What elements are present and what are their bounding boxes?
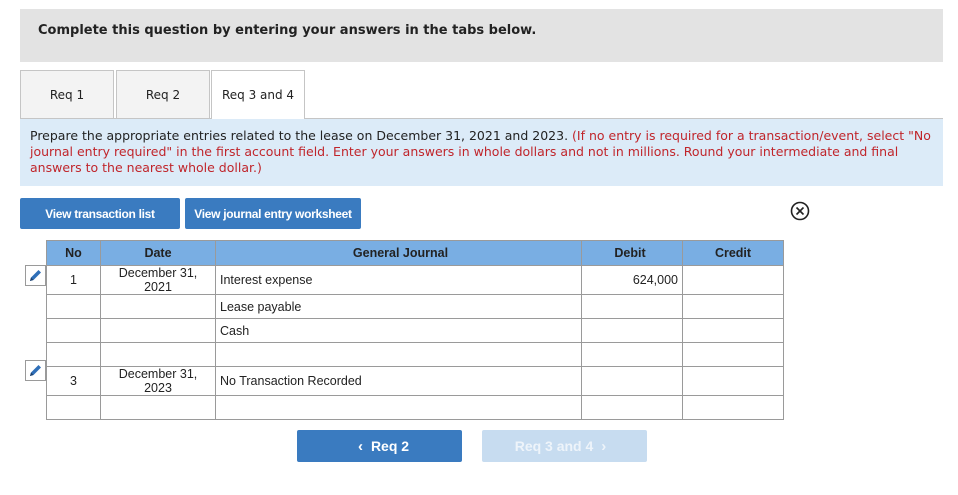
table-row: 3 December 31, 2023 No Transaction Record… xyxy=(46,366,784,396)
table-row xyxy=(46,395,784,420)
entry-date: December 31, 2021 xyxy=(100,265,216,295)
debit-cell[interactable] xyxy=(581,318,683,343)
date-line: 2023 xyxy=(144,381,172,395)
prev-req-button[interactable]: ‹ Req 2 xyxy=(297,430,462,462)
credit-cell[interactable] xyxy=(682,366,784,396)
debit-cell[interactable] xyxy=(581,395,683,420)
credit-cell[interactable] xyxy=(682,395,784,420)
tab-label: Req 2 xyxy=(145,87,181,102)
pencil-icon[interactable] xyxy=(25,360,46,381)
chevron-left-icon: ‹ xyxy=(357,437,363,455)
account-cell[interactable]: No Transaction Recorded xyxy=(215,366,582,396)
entry-date xyxy=(100,318,216,343)
date-line: 2021 xyxy=(144,280,172,294)
date-line: December 31, xyxy=(118,367,198,381)
entry-no: 3 xyxy=(46,366,101,396)
debit-cell[interactable] xyxy=(581,342,683,367)
entry-no xyxy=(46,395,101,420)
close-circle-icon[interactable] xyxy=(790,201,810,221)
entry-no: 1 xyxy=(46,265,101,295)
tab-req-3-and-4[interactable]: Req 3 and 4 xyxy=(211,70,305,119)
instructions-panel: Prepare the appropriate entries related … xyxy=(20,118,943,186)
header-credit: Credit xyxy=(682,240,784,266)
entry-date xyxy=(100,342,216,367)
entry-no xyxy=(46,342,101,367)
credit-cell[interactable] xyxy=(682,342,784,367)
date-line: December 31, xyxy=(118,266,198,280)
header-no: No xyxy=(46,240,101,266)
credit-cell[interactable] xyxy=(682,318,784,343)
next-req-button[interactable]: Req 3 and 4 › xyxy=(482,430,647,462)
entry-date: December 31, 2023 xyxy=(100,366,216,396)
table-row: Lease payable xyxy=(46,294,784,319)
journal-table: No Date General Journal Debit Credit 1 D… xyxy=(46,240,784,420)
account-cell[interactable] xyxy=(215,395,582,420)
prev-label: Req 2 xyxy=(370,438,410,454)
header-title: Complete this question by entering your … xyxy=(38,23,537,38)
table-header-row: No Date General Journal Debit Credit xyxy=(46,240,784,266)
header-date: Date xyxy=(100,240,216,266)
tab-label: Req 3 and 4 xyxy=(221,88,295,102)
question-header: Complete this question by entering your … xyxy=(20,9,943,62)
table-row xyxy=(46,342,784,367)
pencil-icon[interactable] xyxy=(25,265,46,286)
account-cell[interactable] xyxy=(215,342,582,367)
entry-date xyxy=(100,395,216,420)
tab-req-2[interactable]: Req 2 xyxy=(116,70,210,118)
chevron-right-icon: › xyxy=(601,437,607,455)
entry-date xyxy=(100,294,216,319)
debit-cell[interactable]: 624,000 xyxy=(581,265,683,295)
account-cell[interactable]: Lease payable xyxy=(215,294,582,319)
table-row: 1 December 31, 2021 Interest expense 624,… xyxy=(46,265,784,295)
view-journal-entry-worksheet-button[interactable]: View journal entry worksheet xyxy=(185,198,361,229)
next-label: Req 3 and 4 xyxy=(514,438,594,454)
instructions-main: Prepare the appropriate entries related … xyxy=(30,128,569,143)
header-general-journal: General Journal xyxy=(215,240,582,266)
tab-req-1[interactable]: Req 1 xyxy=(20,70,114,118)
debit-cell[interactable] xyxy=(581,294,683,319)
credit-cell[interactable] xyxy=(682,294,784,319)
entry-no xyxy=(46,294,101,319)
credit-cell[interactable] xyxy=(682,265,784,295)
debit-cell[interactable] xyxy=(581,366,683,396)
header-debit: Debit xyxy=(581,240,683,266)
account-cell[interactable]: Interest expense xyxy=(215,265,582,295)
table-row: Cash xyxy=(46,318,784,343)
account-cell[interactable]: Cash xyxy=(215,318,582,343)
view-transaction-list-button[interactable]: View transaction list xyxy=(20,198,180,229)
tab-label: Req 1 xyxy=(49,87,85,102)
entry-no xyxy=(46,318,101,343)
